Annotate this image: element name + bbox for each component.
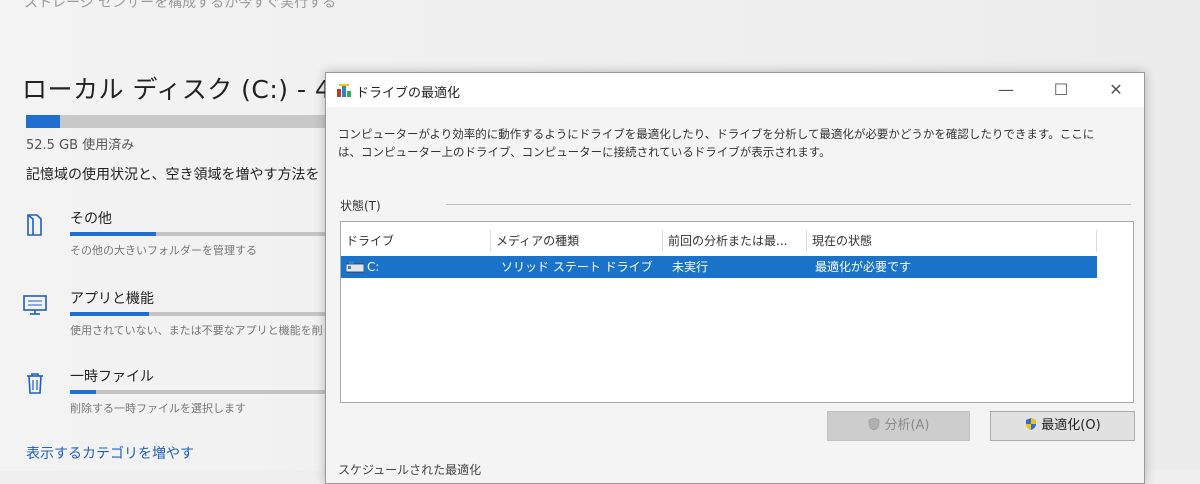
dialog-title: ドライブの最適化 — [356, 86, 461, 101]
drive-name: C: — [367, 260, 380, 274]
analyze-button-label: 分析(A) — [884, 418, 930, 433]
category-name: 一時ファイル — [70, 369, 154, 385]
list-header: ドライブ メディアの種類 前回の分析または最... 現在の状態 — [341, 230, 1133, 252]
status-section-label: 状態(T) — [340, 199, 381, 213]
show-more-categories-link[interactable]: 表示するカテゴリを増やす — [26, 443, 194, 463]
category-sub: その他の大きいフォルダーを管理する — [70, 244, 257, 257]
disk-usage-fill — [26, 115, 60, 128]
analyze-button[interactable]: 分析(A) — [827, 411, 970, 441]
monitor-icon — [22, 292, 48, 318]
storage-description: 記憶域の使用状況と、空き領域を増やす方法を — [26, 167, 320, 183]
defrag-app-icon — [336, 83, 352, 99]
scheduled-optimization-label: スケジュールされた最適化 — [338, 463, 482, 477]
minimize-button[interactable]: — — [986, 77, 1026, 103]
trash-icon — [22, 370, 48, 396]
column-header-current-status[interactable]: 現在の状態 — [807, 230, 1097, 252]
drive-last-analyzed: 未実行 — [672, 260, 709, 274]
column-header-drive[interactable]: ドライブ — [341, 230, 491, 252]
drive-list[interactable]: ドライブ メディアの種類 前回の分析または最... 現在の状態 C: ソリッド … — [340, 221, 1134, 403]
category-bar — [70, 312, 332, 316]
category-bar-fill — [70, 232, 157, 236]
drive-icon — [345, 261, 365, 273]
drive-current-status: 最適化が必要です — [815, 260, 912, 274]
shield-icon — [867, 414, 881, 431]
disk-usage-bar — [26, 115, 331, 128]
category-bar — [70, 232, 332, 236]
shield-icon — [1024, 414, 1038, 430]
status-divider — [446, 204, 1131, 205]
category-sub: 削除する一時ファイルを選択します — [70, 402, 246, 415]
category-bar-fill — [70, 390, 97, 394]
optimize-button[interactable]: 最適化(O) — [990, 411, 1135, 441]
optimize-drives-dialog: ドライブの最適化 — ☐ ✕ コンピューターがより効率的に動作するようにドライブ… — [325, 72, 1145, 484]
optimize-button-label: 最適化(O) — [1041, 418, 1101, 433]
storage-sense-link[interactable]: ストレージ センサーを構成するか今すぐ実行する — [24, 0, 336, 12]
category-name: アプリと機能 — [70, 291, 154, 307]
close-button[interactable]: ✕ — [1096, 77, 1136, 103]
maximize-button[interactable]: ☐ — [1041, 77, 1081, 103]
column-header-last-analyzed[interactable]: 前回の分析または最... — [663, 230, 807, 252]
title-bar[interactable]: ドライブの最適化 — ☐ ✕ — [326, 73, 1144, 107]
category-name: その他 — [70, 211, 112, 227]
drive-row-c[interactable]: C: ソリッド ステート ドライブ 未実行 最適化が必要です — [341, 256, 1097, 278]
dialog-description: コンピューターがより効率的に動作するようにドライブを最適化したり、ドライブを分析… — [338, 127, 1095, 159]
category-bar — [70, 390, 332, 394]
folder-icon — [22, 212, 48, 238]
category-sub: 使用されていない、または不要なアプリと機能を削 — [70, 324, 323, 337]
drive-media-type: ソリッド ステート ドライブ — [501, 260, 653, 274]
category-bar-fill — [70, 312, 149, 316]
column-header-media-type[interactable]: メディアの種類 — [491, 230, 663, 252]
disk-usage-text: 52.5 GB 使用済み — [26, 138, 135, 153]
